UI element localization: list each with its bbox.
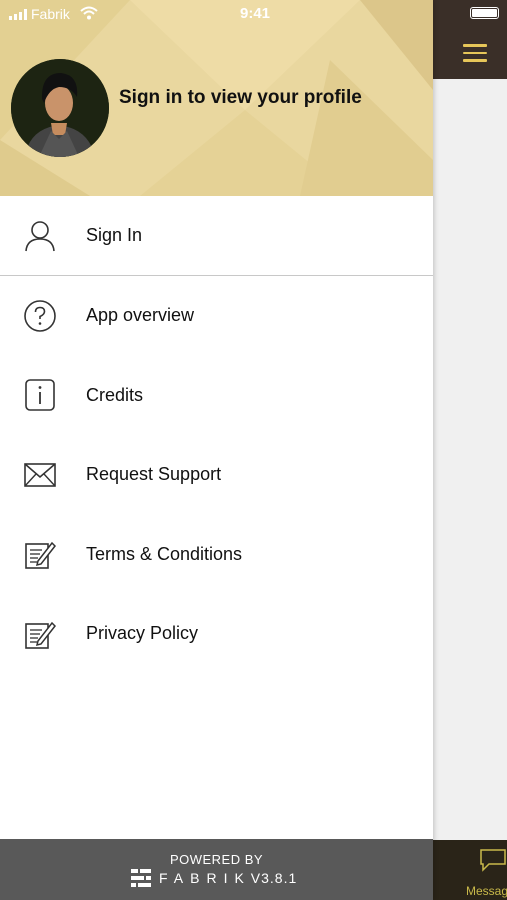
drawer-header: Fabrik 9:41 Sign in to view your profile bbox=[0, 0, 433, 196]
document-edit-icon bbox=[25, 621, 56, 649]
user-icon bbox=[25, 220, 55, 251]
menu-item-sign-in[interactable]: Sign In bbox=[0, 196, 433, 276]
menu-item-credits[interactable]: Credits bbox=[0, 356, 433, 436]
carrier-name: Fabrik bbox=[31, 6, 70, 22]
status-bar: Fabrik 9:41 bbox=[0, 0, 433, 28]
signal-strength-icon bbox=[9, 9, 27, 20]
background-app: Messag bbox=[433, 0, 507, 900]
fabrik-logo-icon bbox=[131, 869, 151, 887]
menu-item-label: Credits bbox=[86, 384, 144, 405]
menu-item-label: Request Support bbox=[86, 464, 222, 485]
app-version: V3.8.1 bbox=[250, 870, 298, 886]
menu-item-terms[interactable]: Terms & Conditions bbox=[0, 515, 433, 595]
menu-item-label: Privacy Policy bbox=[86, 623, 199, 644]
chat-bubble-icon[interactable] bbox=[479, 848, 507, 872]
menu-item-label: Terms & Conditions bbox=[86, 543, 243, 564]
status-time: 9:41 bbox=[240, 5, 271, 22]
envelope-icon bbox=[24, 462, 56, 487]
brand-row: FABRIK V3.8.1 bbox=[131, 869, 297, 887]
drawer-menu: Sign In App overview Credits Request Sup… bbox=[0, 196, 433, 674]
battery-icon bbox=[470, 7, 499, 19]
powered-by-text: POWERED BY bbox=[169, 852, 264, 867]
messages-tab-label[interactable]: Messag bbox=[466, 884, 507, 898]
menu-item-app-overview[interactable]: App overview bbox=[0, 276, 433, 356]
info-icon bbox=[25, 379, 55, 412]
app-top-bar bbox=[433, 0, 507, 79]
menu-item-label: Sign In bbox=[86, 225, 143, 245]
document-edit-icon bbox=[25, 542, 56, 570]
person-avatar-icon bbox=[11, 59, 109, 157]
app-tab-bar: Messag bbox=[433, 840, 507, 900]
menu-item-privacy-policy[interactable]: Privacy Policy bbox=[0, 594, 433, 674]
question-circle-icon bbox=[24, 299, 56, 332]
wifi-icon bbox=[80, 6, 98, 20]
avatar[interactable] bbox=[11, 59, 109, 157]
hamburger-menu-icon[interactable] bbox=[463, 44, 487, 62]
navigation-drawer: Fabrik 9:41 Sign in to view your profile bbox=[0, 0, 433, 900]
drawer-footer: POWERED BY FABRIK V3.8.1 bbox=[0, 839, 433, 900]
brand-name: FABRIK bbox=[159, 870, 251, 886]
profile-prompt[interactable]: Sign in to view your profile bbox=[119, 87, 362, 109]
menu-item-label: App overview bbox=[86, 305, 195, 326]
menu-item-request-support[interactable]: Request Support bbox=[0, 435, 433, 515]
